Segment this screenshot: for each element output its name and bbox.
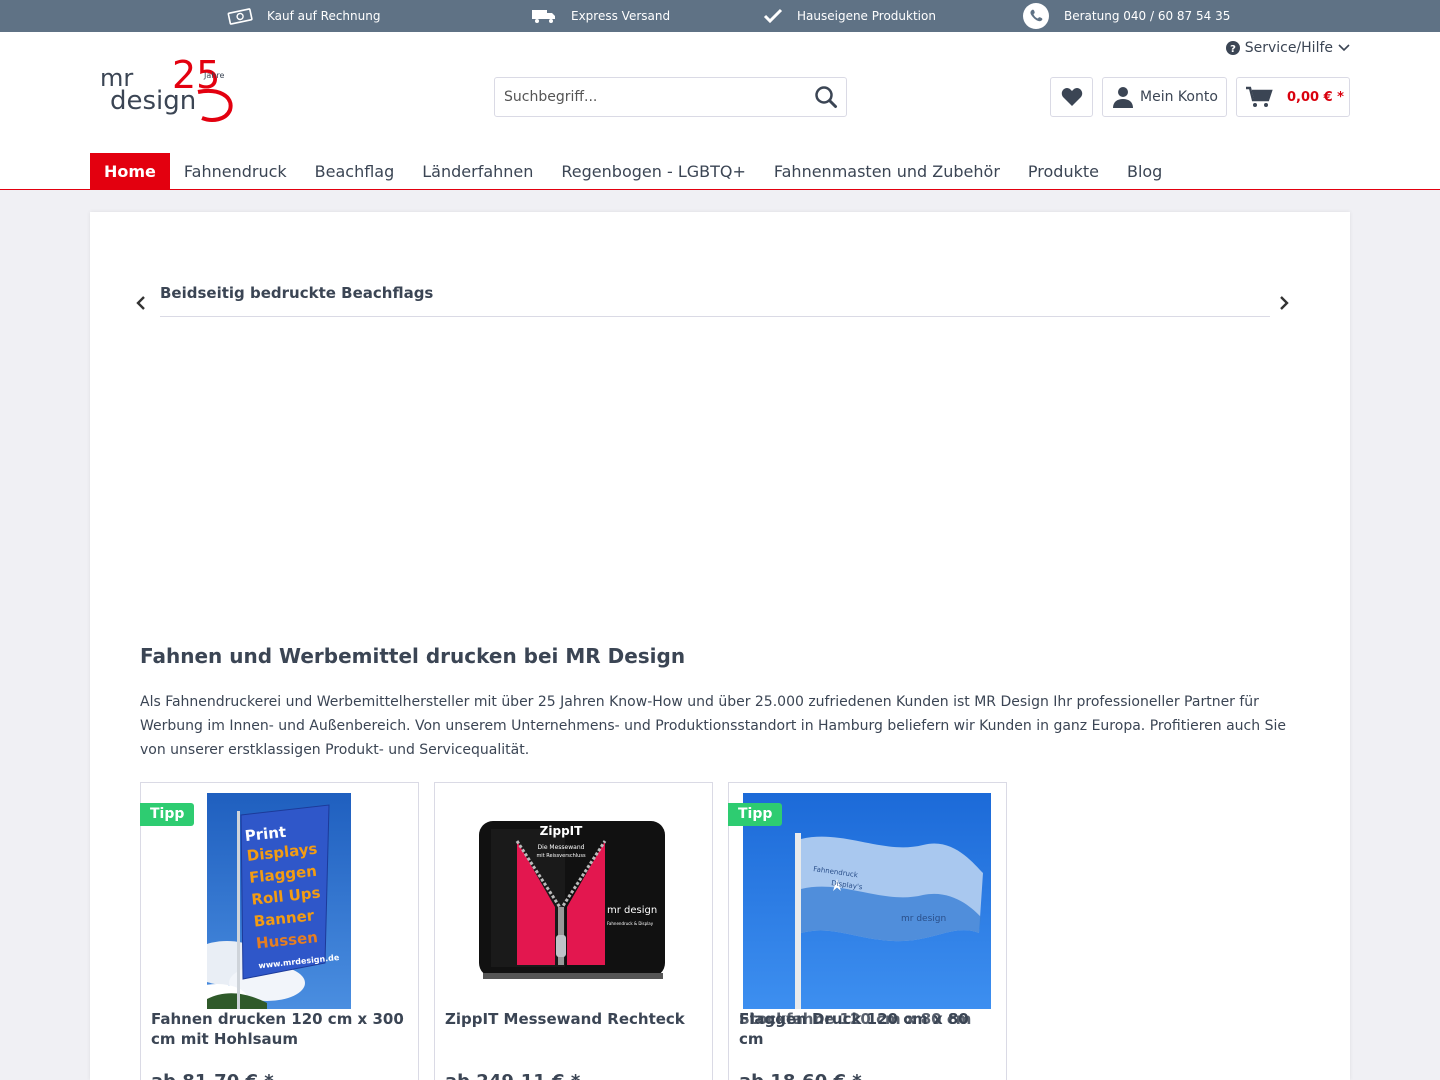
- slider-prev-button[interactable]: [136, 294, 146, 316]
- chevron-down-icon: [1338, 44, 1350, 52]
- truck-icon: [532, 10, 555, 23]
- product-price: ab 249,11 € *: [445, 1071, 580, 1080]
- account-button[interactable]: Mein Konto: [1102, 77, 1227, 117]
- usp-express: Express Versand: [531, 0, 670, 32]
- service-label: Service/Hilfe: [1244, 40, 1333, 56]
- nav-home[interactable]: Home: [90, 153, 170, 190]
- wall-brand: mr design: [607, 905, 657, 916]
- nav-beachflag[interactable]: Beachflag: [301, 153, 409, 190]
- product-title[interactable]: ZippIT Messewand Rechteck: [445, 1009, 700, 1029]
- nav-blog[interactable]: Blog: [1113, 153, 1176, 190]
- phone-icon: [1023, 3, 1049, 29]
- usp-production-label: Hauseigene Produktion: [797, 9, 936, 23]
- svg-text:?: ?: [1230, 44, 1236, 55]
- wall-brand-sub: Fahnendruck & Display: [607, 921, 654, 926]
- main-navigation: Home Fahnendruck Beachflag Länderfahnen …: [90, 153, 1176, 190]
- wall-title: ZippIT: [540, 824, 583, 838]
- search-button[interactable]: [806, 78, 846, 116]
- product-image-fahne: Print Displays Flaggen Roll Ups Banner H…: [207, 793, 351, 1009]
- account-label: Mein Konto: [1140, 89, 1218, 105]
- tipp-badge: Tipp: [140, 803, 195, 826]
- usp-phone-label: Beratung 040 / 60 87 54 35: [1064, 9, 1231, 23]
- wall-subtitle-1: Die Messewand: [538, 844, 585, 851]
- nav-fahnendruck[interactable]: Fahnendruck: [170, 153, 301, 190]
- chevron-left-icon: [136, 296, 145, 310]
- page-heading: Fahnen und Werbemittel drucken bei MR De…: [140, 644, 686, 668]
- tipp-badge: Tipp: [728, 803, 783, 826]
- nav-divider: [0, 189, 1440, 190]
- main-content: Beidseitig bedruckte Beachflags Fahnen u…: [90, 212, 1350, 1080]
- usp-invoice-label: Kauf auf Rechnung: [267, 9, 381, 23]
- usp-phone: Beratung 040 / 60 87 54 35: [1022, 0, 1230, 32]
- product-card-fahnen[interactable]: Print Displays Flaggen Roll Ups Banner H…: [140, 782, 419, 1080]
- nav-produkte[interactable]: Produkte: [1014, 153, 1113, 190]
- slider-title-divider: [160, 316, 1270, 317]
- top-info-bar: Kauf auf Rechnung Express Versand Hausei…: [0, 0, 1440, 32]
- money-icon: [227, 8, 253, 25]
- cart-amount: 0,00 € *: [1287, 89, 1344, 105]
- product-card-zippit[interactable]: ZippIT Die Messewand mit Reissverschluss…: [434, 782, 713, 1080]
- search-box: [494, 77, 847, 117]
- product-card-flaggen[interactable]: Fahnendruck Display's mr design Tipp Fla…: [728, 782, 1007, 1080]
- site-header: ? Service/Hilfe mr design 25 Jahre Mein …: [0, 32, 1440, 190]
- search-input[interactable]: [495, 78, 806, 116]
- checkmark-icon: [763, 8, 783, 24]
- product-title[interactable]: Fahnen drucken 120 cm x 300 cm mit Hohls…: [151, 1009, 406, 1049]
- usp-express-label: Express Versand: [571, 9, 671, 23]
- usp-invoice: Kauf auf Rechnung: [227, 0, 380, 32]
- product-price: ab 18,60 € *: [739, 1071, 862, 1080]
- mr-design-logo[interactable]: mr design 25 Jahre: [100, 58, 234, 122]
- chevron-right-icon: [1280, 296, 1289, 310]
- cart-icon: [1246, 86, 1273, 107]
- product-image-messewand: ZippIT Die Messewand mit Reissverschluss…: [479, 821, 665, 979]
- cart-button[interactable]: 0,00 € *: [1236, 77, 1350, 117]
- nav-regenbogen[interactable]: Regenbogen - LGBTQ+: [547, 153, 759, 190]
- flag-brand: mr design: [901, 914, 946, 924]
- search-icon: [815, 86, 837, 108]
- slider-title: Beidseitig bedruckte Beachflags: [160, 284, 434, 302]
- heart-icon: [1061, 88, 1082, 106]
- user-icon: [1113, 87, 1133, 108]
- nav-laenderfahnen[interactable]: Länderfahnen: [408, 153, 547, 190]
- product-title-overlap: Stockfahne 120 cm x 80 cm: [739, 1010, 972, 1028]
- logo-years-label: Jahre: [203, 71, 224, 80]
- slider-next-button[interactable]: [1279, 294, 1289, 316]
- question-icon: ?: [1225, 41, 1240, 55]
- service-menu[interactable]: ? Service/Hilfe: [1225, 40, 1350, 56]
- usp-production: Hauseigene Produktion: [763, 0, 936, 32]
- wishlist-button[interactable]: [1050, 77, 1093, 117]
- product-price: ab 81,70 € *: [151, 1071, 274, 1080]
- wall-subtitle-2: mit Reissverschluss: [536, 853, 586, 859]
- nav-fahnenmasten[interactable]: Fahnenmasten und Zubehör: [760, 153, 1014, 190]
- intro-text: Als Fahnendruckerei und Werbemittelherst…: [140, 694, 1286, 758]
